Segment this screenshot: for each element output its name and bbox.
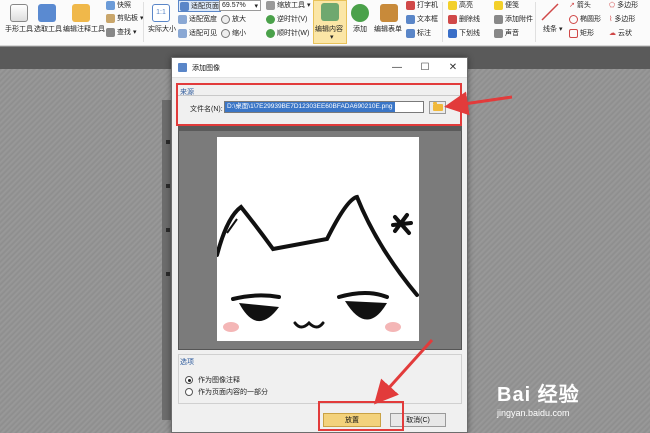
watermark-url: jingyan.baidu.com: [497, 408, 570, 418]
annotation-arrows: [373, 91, 513, 405]
baidu-watermark: Bai 经验 jingyan.baidu.com: [497, 378, 580, 418]
watermark-brand: Bai 经验: [497, 384, 580, 406]
arrow-to-browse: [444, 91, 513, 116]
arrow-to-place: [373, 338, 434, 405]
